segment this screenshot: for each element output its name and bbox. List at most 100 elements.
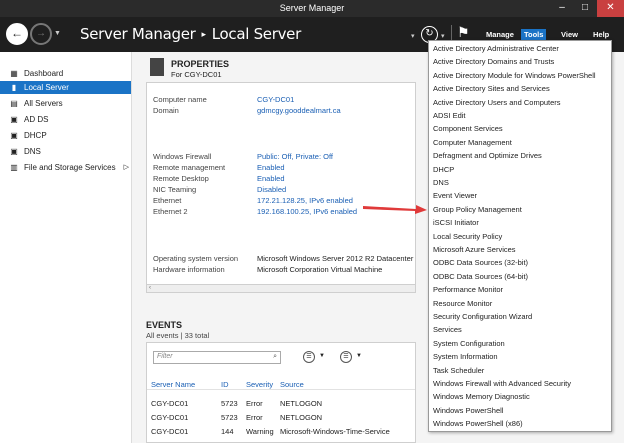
menu-item-adsi-edit[interactable]: ADSI Edit	[429, 109, 611, 122]
menu-item-windows-powershell[interactable]: Windows PowerShell	[429, 404, 611, 417]
chevron-right-icon[interactable]: ▷	[124, 161, 129, 174]
breadcrumb-root[interactable]: Server Manager	[80, 25, 196, 43]
menu-item-task-scheduler[interactable]: Task Scheduler	[429, 364, 611, 377]
storage-icon: ▥	[10, 163, 18, 172]
chevron-down-icon[interactable]: ▼	[319, 353, 325, 359]
dashboard-icon: ▦	[10, 69, 18, 78]
menu-item-system-configuration[interactable]: System Configuration	[429, 337, 611, 350]
menu-item-azure-services[interactable]: Microsoft Azure Services	[429, 243, 611, 256]
close-button[interactable]: ✕	[597, 0, 624, 17]
column-header-severity[interactable]: Severity	[246, 380, 273, 389]
minimize-button[interactable]: –	[550, 0, 574, 17]
menu-item-group-policy-management[interactable]: Group Policy Management	[429, 203, 611, 216]
properties-subtitle: For CGY-DC01	[171, 70, 222, 79]
sidebar-item-all-servers[interactable]: ▤ All Servers	[0, 97, 131, 110]
property-value[interactable]: Enabled	[257, 163, 285, 172]
menu-item-ad-powershell-module[interactable]: Active Directory Module for Windows Powe…	[429, 69, 611, 82]
servers-icon: ▤	[10, 99, 18, 108]
filter-placeholder: Filter	[157, 353, 173, 360]
menu-item-dns[interactable]: DNS	[429, 176, 611, 189]
menu-item-ad-domains-trusts[interactable]: Active Directory Domains and Trusts	[429, 55, 611, 68]
sidebar: ▦ Dashboard ▮ Local Server ▤ All Servers…	[0, 52, 132, 443]
sidebar-item-ad-ds[interactable]: ▣ AD DS	[0, 113, 131, 126]
property-value[interactable]: 172.21.128.25, IPv6 enabled	[257, 196, 353, 205]
query-options-icon[interactable]: ☰	[340, 351, 352, 363]
menu-item-resource-monitor[interactable]: Resource Monitor	[429, 297, 611, 310]
property-value[interactable]: Disabled	[257, 185, 286, 194]
table-cell: 5723	[221, 399, 238, 408]
menu-item-event-viewer[interactable]: Event Viewer	[429, 189, 611, 202]
menu-item-ad-admin-center[interactable]: Active Directory Administrative Center	[429, 42, 611, 55]
sidebar-item-dns[interactable]: ▣ DNS	[0, 145, 131, 158]
sidebar-item-dhcp[interactable]: ▣ DHCP	[0, 129, 131, 142]
sidebar-item-dashboard[interactable]: ▦ Dashboard	[0, 67, 131, 80]
sidebar-item-local-server[interactable]: ▮ Local Server	[0, 81, 131, 94]
forward-arrow-icon[interactable]: →	[30, 23, 52, 45]
property-value[interactable]: CGY-DC01	[257, 95, 294, 104]
property-value[interactable]: 192.168.100.25, IPv6 enabled	[257, 207, 357, 216]
properties-panel: Computer name CGY-DC01 Domain gdmcgy.goodd…	[146, 82, 416, 292]
table-cell: Error	[246, 399, 263, 408]
menu-item-odbc-32[interactable]: ODBC Data Sources (32-bit)	[429, 256, 611, 269]
menu-item-odbc-64[interactable]: ODBC Data Sources (64-bit)	[429, 270, 611, 283]
column-header-server-name[interactable]: Server Name	[151, 380, 195, 389]
scroll-left-icon[interactable]: ‹	[149, 285, 151, 291]
menu-item-ad-sites-services[interactable]: Active Directory Sites and Services	[429, 82, 611, 95]
menu-item-system-information[interactable]: System Information	[429, 350, 611, 363]
annotation-arrow-icon	[363, 205, 427, 214]
property-key: Operating system version	[153, 254, 239, 263]
property-key: Domain	[153, 106, 179, 115]
property-value[interactable]: gdmcgy.gooddealmart.ca	[257, 106, 341, 115]
window-title: Server Manager	[279, 3, 345, 13]
menu-item-windows-powershell-x86[interactable]: Windows PowerShell (x86)	[429, 417, 611, 430]
menu-item-firewall-advanced[interactable]: Windows Firewall with Advanced Security	[429, 377, 611, 390]
events-filter-input[interactable]: Filter ⌕	[153, 351, 281, 364]
property-key: Windows Firewall	[153, 152, 212, 161]
chevron-down-icon[interactable]: ▼	[356, 353, 362, 359]
back-arrow-icon[interactable]: ←	[6, 23, 28, 45]
events-title: EVENTS	[146, 320, 183, 330]
property-key: NIC Teaming	[153, 185, 197, 194]
menu-item-local-security-policy[interactable]: Local Security Policy	[429, 230, 611, 243]
menu-view[interactable]: View	[558, 29, 581, 40]
column-header-id[interactable]: ID	[221, 380, 229, 389]
tools-dropdown-menu: Active Directory Administrative Center A…	[428, 40, 612, 432]
property-key: Ethernet 2	[153, 207, 188, 216]
refresh-dropdown-icon[interactable]: ▾	[441, 32, 445, 40]
property-value[interactable]: Public: Off, Private: Off	[257, 152, 333, 161]
menu-help[interactable]: Help	[590, 29, 612, 40]
menu-manage[interactable]: Manage	[483, 29, 517, 40]
sidebar-item-file-storage[interactable]: ▥ File and Storage Services ▷	[0, 161, 131, 174]
properties-horizontal-scrollbar[interactable]: ‹	[146, 284, 416, 293]
nav-history-dropdown-icon[interactable]: ▼	[54, 30, 61, 37]
list-options-icon[interactable]: ☰	[303, 351, 315, 363]
menu-item-memory-diagnostic[interactable]: Windows Memory Diagnostic	[429, 390, 611, 403]
sidebar-item-label: Local Server	[24, 83, 69, 92]
property-key: Remote Desktop	[153, 174, 209, 183]
column-header-source[interactable]: Source	[280, 380, 304, 389]
notifications-flag-icon[interactable]: ⚑	[457, 24, 470, 41]
arrow-shape	[363, 205, 427, 214]
breadcrumb: Server Manager ▸ Local Server	[80, 25, 301, 43]
breadcrumb-dropdown-icon[interactable]: ▾	[411, 32, 415, 40]
menu-item-defragment[interactable]: Defragment and Optimize Drives	[429, 149, 611, 162]
menu-item-security-config-wizard[interactable]: Security Configuration Wizard	[429, 310, 611, 323]
menu-item-dhcp[interactable]: DHCP	[429, 163, 611, 176]
table-row[interactable]: CGY-DC01 5723 Error NETLOGON	[147, 411, 415, 424]
menu-item-ad-users-computers[interactable]: Active Directory Users and Computers	[429, 96, 611, 109]
table-row[interactable]: CGY-DC01 5723 Error NETLOGON	[147, 397, 415, 410]
sidebar-item-label: DHCP	[24, 131, 47, 140]
menu-item-performance-monitor[interactable]: Performance Monitor	[429, 283, 611, 296]
menu-item-component-services[interactable]: Component Services	[429, 122, 611, 135]
table-row[interactable]: CGY-DC01 144 Warning Microsoft-Windows-T…	[147, 425, 415, 438]
menu-item-iscsi-initiator[interactable]: iSCSI Initiator	[429, 216, 611, 229]
menu-tools[interactable]: Tools	[521, 29, 547, 40]
menu-item-services[interactable]: Services	[429, 323, 611, 336]
menu-item-computer-management[interactable]: Computer Management	[429, 136, 611, 149]
table-cell: CGY-DC01	[151, 427, 189, 436]
property-value[interactable]: Enabled	[257, 174, 285, 183]
maximize-button[interactable]: □	[573, 0, 597, 17]
sidebar-item-label: AD DS	[24, 115, 49, 124]
search-icon[interactable]: ⌕	[273, 353, 277, 361]
property-key: Ethernet	[153, 196, 182, 205]
